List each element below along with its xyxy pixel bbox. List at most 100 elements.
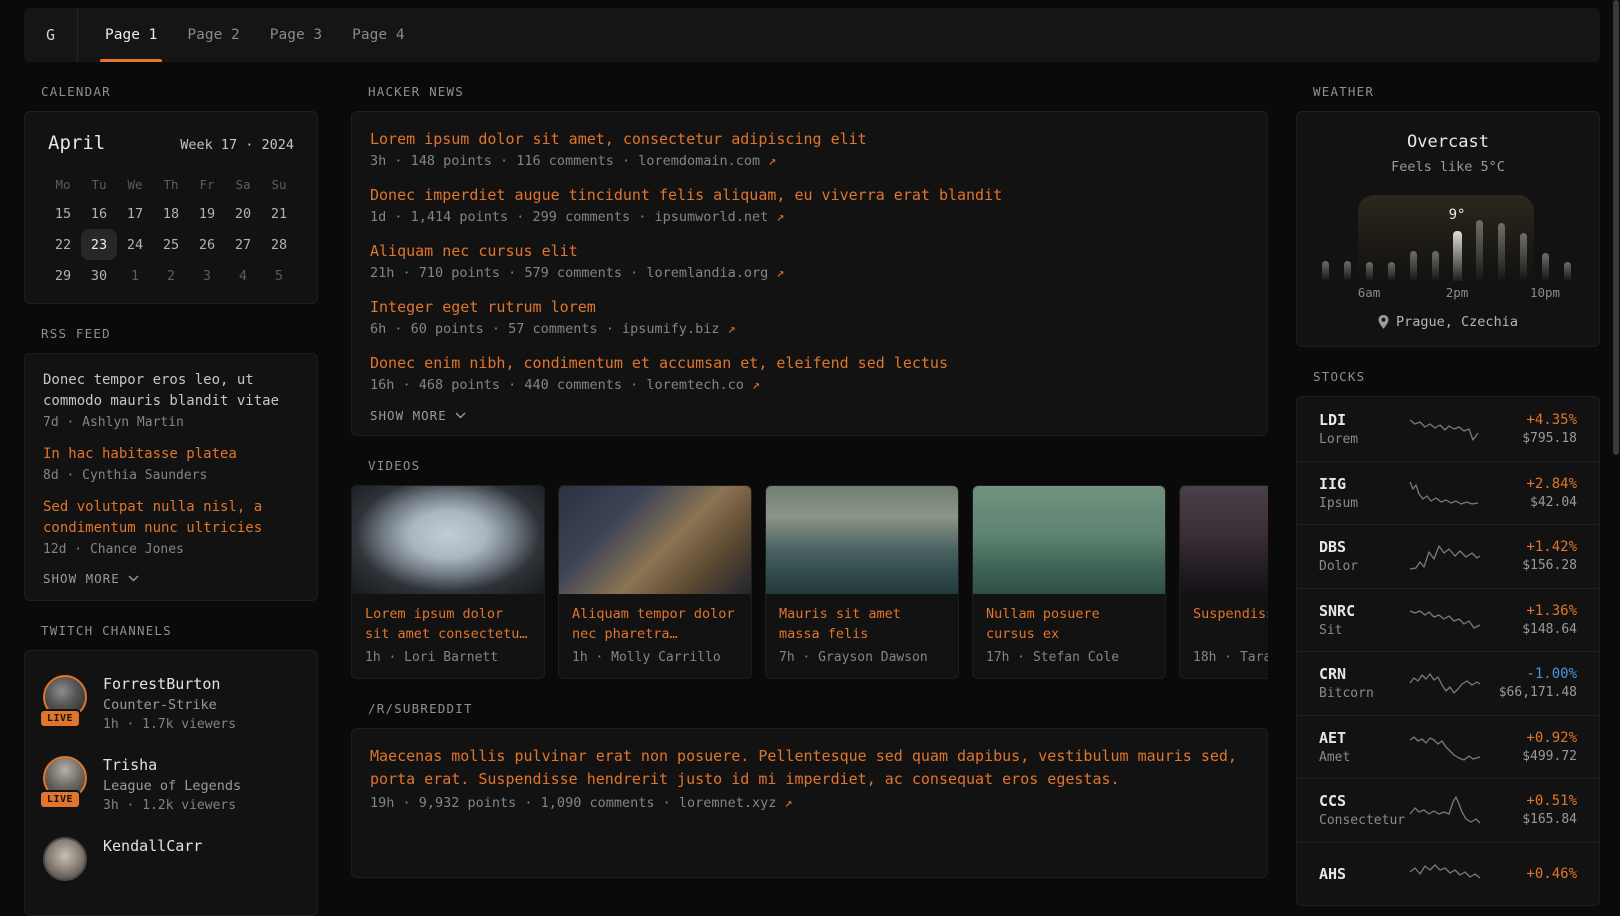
rss-item-title[interactable]: Sed volutpat nulla nisl, a condimentum n… bbox=[43, 497, 299, 539]
stock-symbol: CRN bbox=[1319, 665, 1409, 683]
stock-values: +0.46% bbox=[1481, 866, 1577, 882]
twitch-channel-row[interactable]: LIVETrishaLeague of Legends3h · 1.2k vie… bbox=[43, 756, 299, 813]
stock-identity: CRNBitcorn bbox=[1319, 665, 1409, 701]
main-column: HACKER NEWS Lorem ipsum dolor sit amet, … bbox=[351, 62, 1268, 878]
stock-sparkline bbox=[1409, 858, 1481, 890]
stock-values: +0.92%$499.72 bbox=[1481, 730, 1577, 764]
calendar-day: 18 bbox=[153, 198, 189, 229]
hackernews-show-more-button[interactable]: SHOW MORE bbox=[370, 408, 1249, 423]
twitch-channel-row[interactable]: LIVEForrestBurtonCounter-Strike1h · 1.7k… bbox=[43, 675, 299, 732]
stock-row: LDILorem+4.35%$795.18 bbox=[1297, 397, 1599, 461]
weather-bar bbox=[1498, 223, 1505, 281]
video-thumbnail[interactable] bbox=[766, 486, 958, 594]
tab-page-1[interactable]: Page 1 bbox=[105, 8, 157, 62]
video-title[interactable]: Aliquam tempor dolor nec pharetra… bbox=[572, 604, 738, 644]
subreddit-post-title[interactable]: Maecenas mollis pulvinar erat non posuer… bbox=[370, 745, 1249, 791]
tab-page-3[interactable]: Page 3 bbox=[270, 8, 322, 62]
stock-change: +0.46% bbox=[1481, 866, 1577, 882]
hn-post-meta: 6h · 60 points · 57 comments · ipsumify.… bbox=[370, 321, 1249, 337]
external-link-icon: ↗ bbox=[776, 265, 784, 281]
video-title[interactable]: Lorem ipsum dolor sit amet consectetu… bbox=[365, 604, 531, 644]
avatar: LIVE bbox=[43, 675, 87, 719]
calendar-weekday: Sa bbox=[225, 170, 261, 198]
video-thumbnail[interactable] bbox=[1180, 486, 1268, 594]
hn-post-title[interactable]: Aliquam nec cursus elit bbox=[370, 240, 1249, 262]
stock-price: $42.04 bbox=[1481, 495, 1577, 510]
stock-sparkline bbox=[1409, 667, 1481, 699]
scrollbar-thumb[interactable] bbox=[1613, 0, 1619, 455]
video-thumbnail[interactable] bbox=[559, 486, 751, 594]
weather-time-labels: 6am2pm10pm bbox=[1321, 285, 1575, 301]
hn-post-title[interactable]: Donec imperdiet augue tincidunt felis al… bbox=[370, 184, 1249, 206]
external-link-icon: ↗ bbox=[776, 209, 784, 225]
twitch-channel-row[interactable]: KendallCarr bbox=[43, 837, 299, 881]
page-scrollbar[interactable] bbox=[1612, 0, 1620, 900]
rss-widget: Donec tempor eros leo, ut commodo mauris… bbox=[24, 353, 318, 601]
twitch-channel-name[interactable]: KendallCarr bbox=[103, 837, 202, 855]
calendar-month: April bbox=[48, 132, 105, 154]
calendar-weekday: Fr bbox=[189, 170, 225, 198]
calendar-weekday: Su bbox=[261, 170, 297, 198]
calendar-day: 24 bbox=[117, 229, 153, 260]
rss-item-title[interactable]: Donec tempor eros leo, ut commodo mauris… bbox=[43, 370, 299, 412]
hn-post-meta: 3h · 148 points · 116 comments · loremdo… bbox=[370, 153, 1249, 169]
video-card: Suspendisse diam18h · Tara bbox=[1179, 485, 1268, 679]
stock-sparkline bbox=[1409, 540, 1481, 572]
video-title[interactable]: Mauris sit amet massa felis bbox=[779, 604, 945, 644]
twitch-widget: LIVEForrestBurtonCounter-Strike1h · 1.7k… bbox=[24, 650, 318, 916]
weather-location: Prague, Czechia bbox=[1321, 314, 1575, 330]
weather-feels-like: Feels like 5°C bbox=[1321, 159, 1575, 175]
tab-page-4[interactable]: Page 4 bbox=[352, 8, 404, 62]
list-item: In hac habitasse platea8d · Cynthia Saun… bbox=[43, 444, 299, 483]
twitch-channel-viewers: 3h · 1.2k viewers bbox=[103, 798, 241, 813]
video-meta: 1h · Lori Barnett bbox=[365, 650, 531, 665]
calendar-widget: April Week 17 · 2024 MoTuWeThFrSaSu 1516… bbox=[24, 111, 318, 304]
subreddit-widget: Maecenas mollis pulvinar erat non posuer… bbox=[351, 728, 1268, 878]
live-badge: LIVE bbox=[39, 790, 81, 809]
calendar-day: 3 bbox=[189, 260, 225, 291]
weather-time-label: 6am bbox=[1358, 285, 1381, 300]
stock-row: IIGIpsum+2.84%$42.04 bbox=[1297, 461, 1599, 525]
weather-bar bbox=[1344, 261, 1351, 281]
sparkline-chart-icon bbox=[1409, 667, 1481, 699]
right-column: WEATHER Overcast Feels like 5°C 9° 6am2p… bbox=[1296, 62, 1600, 906]
calendar-day: 27 bbox=[225, 229, 261, 260]
location-pin-icon bbox=[1378, 315, 1389, 329]
video-thumbnail[interactable] bbox=[352, 486, 544, 594]
calendar-days-grid: 1516171819202122232425262728293012345 bbox=[45, 198, 297, 291]
stock-sparkline bbox=[1409, 731, 1481, 763]
external-link-icon: ↗ bbox=[728, 321, 736, 337]
video-thumbnail[interactable] bbox=[973, 486, 1165, 594]
sparkline-chart-icon bbox=[1409, 858, 1481, 890]
stock-price: $148.64 bbox=[1481, 622, 1577, 637]
external-link-icon: ↗ bbox=[752, 377, 760, 393]
stock-symbol: AHS bbox=[1319, 865, 1409, 883]
calendar-day: 17 bbox=[117, 198, 153, 229]
stock-values: +2.84%$42.04 bbox=[1481, 476, 1577, 510]
rss-show-more-button[interactable]: SHOW MORE bbox=[43, 571, 299, 586]
video-title[interactable]: Suspendisse diam bbox=[1193, 604, 1268, 644]
hn-post-title[interactable]: Donec enim nibh, condimentum et accumsan… bbox=[370, 352, 1249, 374]
twitch-channel-name[interactable]: Trisha bbox=[103, 756, 241, 774]
video-title[interactable]: Nullam posuere cursus ex bbox=[986, 604, 1152, 644]
avatar-image bbox=[43, 837, 87, 881]
calendar-day: 21 bbox=[261, 198, 297, 229]
stock-values: +1.42%$156.28 bbox=[1481, 539, 1577, 573]
app-logo[interactable]: G bbox=[24, 8, 78, 62]
stock-price: $156.28 bbox=[1481, 558, 1577, 573]
stock-values: +0.51%$165.84 bbox=[1481, 793, 1577, 827]
stock-symbol: SNRC bbox=[1319, 602, 1409, 620]
twitch-channel-viewers: 1h · 1.7k viewers bbox=[103, 717, 236, 732]
weather-condition: Overcast bbox=[1321, 132, 1575, 152]
stock-name: Amet bbox=[1319, 750, 1409, 765]
calendar-day: 25 bbox=[153, 229, 189, 260]
stock-price: $499.72 bbox=[1481, 749, 1577, 764]
stock-values: +4.35%$795.18 bbox=[1481, 412, 1577, 446]
hn-post-title[interactable]: Lorem ipsum dolor sit amet, consectetur … bbox=[370, 128, 1249, 150]
sparkline-chart-icon bbox=[1409, 604, 1481, 636]
rss-item-title[interactable]: In hac habitasse platea bbox=[43, 444, 299, 465]
video-card: Nullam posuere cursus ex17h · Stefan Col… bbox=[972, 485, 1166, 679]
twitch-channel-name[interactable]: ForrestBurton bbox=[103, 675, 236, 693]
tab-page-2[interactable]: Page 2 bbox=[187, 8, 239, 62]
hn-post-title[interactable]: Integer eget rutrum lorem bbox=[370, 296, 1249, 318]
